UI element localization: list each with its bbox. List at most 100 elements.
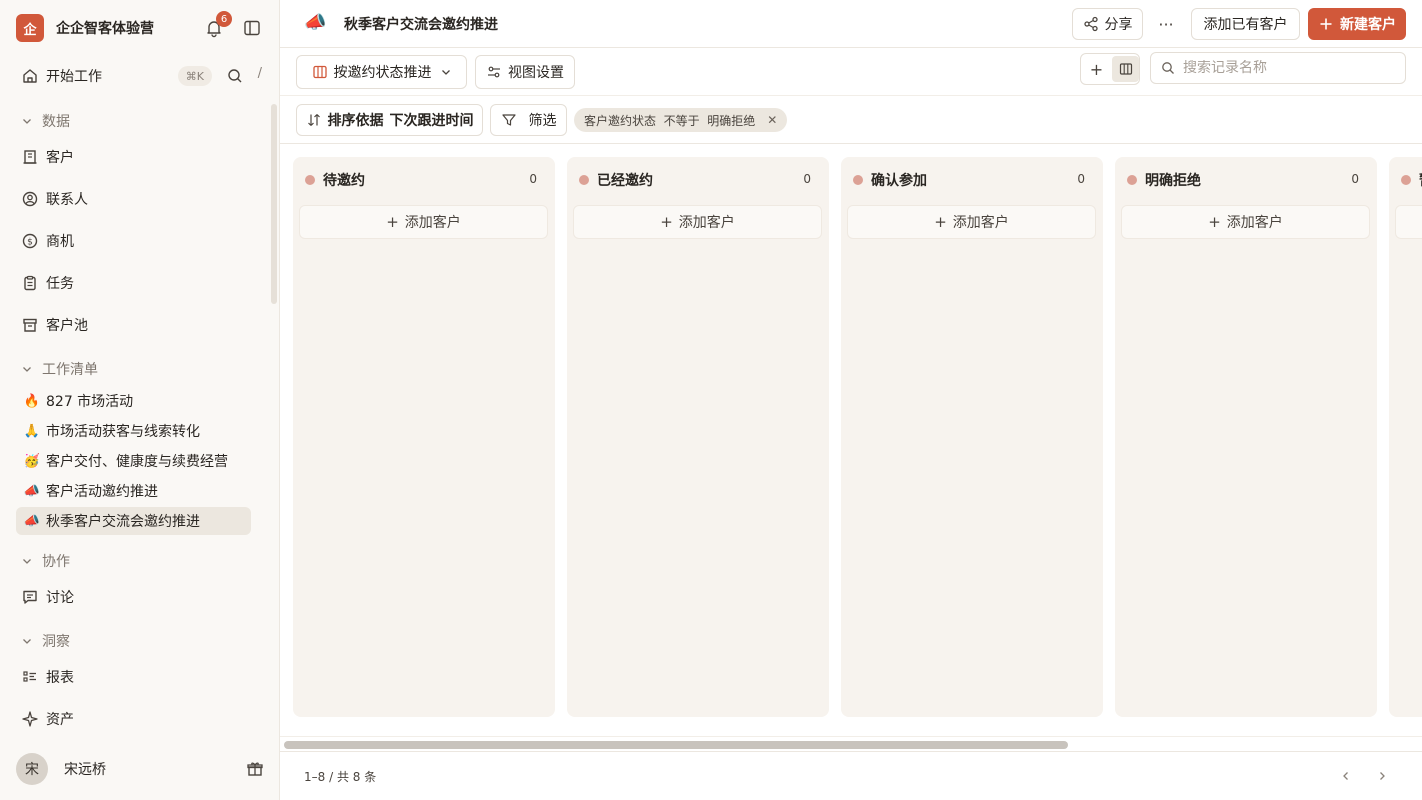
user-name: 宋远桥 [64, 762, 106, 778]
next-page-button[interactable] [1370, 764, 1394, 788]
worklist-item[interactable]: 🙏 市场活动获客与线索转化 [16, 417, 251, 445]
search-input[interactable] [1183, 60, 1393, 76]
add-customer-button[interactable] [1395, 205, 1422, 239]
sidebar-item-label: 商机 [46, 234, 74, 250]
section-insight-header[interactable]: 洞察 [20, 629, 270, 653]
share-label: 分享 [1104, 17, 1133, 33]
horizontal-scrollbar[interactable] [280, 736, 1422, 752]
scrollbar-thumb[interactable] [284, 741, 1068, 749]
group-by-button[interactable]: 按邀约状态推进 [296, 55, 467, 89]
close-icon[interactable]: ✕ [767, 113, 777, 127]
sort-field: 下次跟进时间 [389, 113, 474, 129]
view-settings-label: 视图设置 [508, 65, 564, 81]
notifications-button[interactable]: 6 [204, 11, 232, 38]
section-worklist-header[interactable]: 工作清单 [20, 357, 270, 381]
fire-icon: 🔥 [23, 393, 41, 409]
search-icon [1161, 61, 1175, 75]
sidebar-item-label: 客户 [46, 150, 74, 166]
column-header[interactable]: 待邀约 0 [293, 157, 555, 203]
chevron-down-icon [440, 66, 452, 78]
add-customer-button[interactable]: + 添加客户 [847, 205, 1096, 239]
sidebar-item-customer-pool[interactable]: 客户池 [16, 308, 268, 342]
group-by-label: 按邀约状态推进 [333, 65, 432, 81]
worklist-item-label: 客户活动邀约推进 [46, 484, 158, 500]
sidebar-toggle-icon [244, 20, 260, 36]
view-settings-button[interactable]: 视图设置 [475, 55, 575, 89]
sort-button[interactable]: 排序依据 下次跟进时间 [296, 104, 483, 136]
plus-icon: + [386, 213, 399, 231]
section-collab-header[interactable]: 协作 [20, 549, 270, 573]
add-existing-customer-button[interactable]: 添加已有客户 [1191, 8, 1300, 40]
more-button[interactable]: ··· [1152, 10, 1180, 38]
share-button[interactable]: 分享 [1072, 8, 1143, 40]
sidebar-item-reports[interactable]: 报表 [16, 660, 268, 694]
section-collab-title: 协作 [42, 554, 70, 570]
worklist-item[interactable]: 🥳 客户交付、健康度与续费经营 [16, 447, 251, 475]
prev-page-button[interactable] [1334, 764, 1358, 788]
column-header[interactable]: 暂 [1389, 157, 1422, 203]
filter-chip[interactable]: 客户邀约状态 不等于 明确拒绝 ✕ [574, 108, 788, 132]
worklist-item-label: 827 市场活动 [46, 394, 134, 410]
add-view-button[interactable]: + [1083, 56, 1110, 82]
chevron-down-icon [20, 634, 34, 648]
new-customer-button[interactable]: 新建客户 [1308, 8, 1406, 40]
add-customer-label: 添加客户 [1226, 215, 1283, 231]
workspace-header[interactable]: 企 企企智客体验营 6 [16, 11, 266, 42]
sidebar-toggle-button[interactable] [242, 18, 262, 38]
filter-button[interactable]: 筛选 [490, 104, 567, 136]
sidebar-item-customers[interactable]: 客户 [16, 140, 268, 174]
workspace-name[interactable]: 企企智客体验营 [56, 18, 154, 38]
column-count: 0 [529, 172, 537, 186]
worklist-item[interactable]: 🔥 827 市场活动 [16, 387, 251, 415]
svg-text:$: $ [27, 238, 33, 248]
pray-icon: 🙏 [23, 423, 41, 439]
section-data-header[interactable]: 数据 [20, 109, 270, 133]
search-box[interactable] [1150, 52, 1406, 84]
chat-icon [20, 587, 40, 607]
sidebar-scrollbar[interactable] [271, 104, 277, 304]
status-dot [305, 175, 315, 185]
worklist-item[interactable]: 📣 客户活动邀约推进 [16, 477, 251, 505]
status-dot [1127, 175, 1137, 185]
gift-icon[interactable] [246, 760, 264, 778]
worklist-item-active[interactable]: 📣 秋季客户交流会邀约推进 [16, 507, 251, 535]
sidebar-item-assets[interactable]: 资产 [16, 702, 268, 736]
column-header[interactable]: 明确拒绝 0 [1115, 157, 1377, 203]
building-icon [20, 147, 40, 167]
main-content: 📣 秋季客户交流会邀约推进 分享 ··· 添加已有客户 新建客户 按邀约状态推进… [280, 0, 1422, 800]
user-profile[interactable]: 宋 宋远桥 [16, 752, 268, 786]
search-icon[interactable] [226, 67, 244, 85]
column-count: 0 [1351, 172, 1359, 186]
kanban-column: 确认参加 0 + 添加客户 [841, 157, 1103, 717]
avatar[interactable]: 宋 [16, 753, 48, 785]
pagination-summary: 1–8 / 共 8 条 [304, 770, 377, 784]
plus-icon: + [934, 213, 947, 231]
sidebar-item-contacts[interactable]: 联系人 [16, 182, 268, 216]
dollar-icon: $ [20, 231, 40, 251]
chevron-down-icon [20, 362, 34, 376]
board-view-button[interactable] [1112, 56, 1139, 82]
kanban-icon [312, 64, 328, 80]
add-customer-button[interactable]: + 添加客户 [573, 205, 822, 239]
sidebar-item-discussion[interactable]: 讨论 [16, 580, 268, 614]
clipboard-icon [20, 273, 40, 293]
archive-icon [20, 315, 40, 335]
sort-label: 排序依据 [327, 113, 384, 129]
kanban-column: 已经邀约 0 + 添加客户 [567, 157, 829, 717]
kanban-column: 暂 [1389, 157, 1422, 717]
add-customer-button[interactable]: + 添加客户 [1121, 205, 1370, 239]
view-toggle: + [1080, 53, 1140, 85]
filter-label: 筛选 [528, 113, 557, 129]
chevron-down-icon [20, 114, 34, 128]
plus-icon: + [1208, 213, 1221, 231]
add-customer-button[interactable]: + 添加客户 [299, 205, 548, 239]
column-title: 明确拒绝 [1145, 173, 1201, 189]
sidebar-item-opportunities[interactable]: $ 商机 [16, 224, 268, 258]
sort-icon [306, 112, 322, 128]
sidebar-item-tasks[interactable]: 任务 [16, 266, 268, 300]
nav-start-work[interactable]: 开始工作 ⌘K / [16, 59, 268, 93]
column-header[interactable]: 确认参加 0 [841, 157, 1103, 203]
megaphone-icon: 📣 [23, 483, 41, 499]
column-header[interactable]: 已经邀约 0 [567, 157, 829, 203]
column-title: 待邀约 [323, 173, 365, 189]
